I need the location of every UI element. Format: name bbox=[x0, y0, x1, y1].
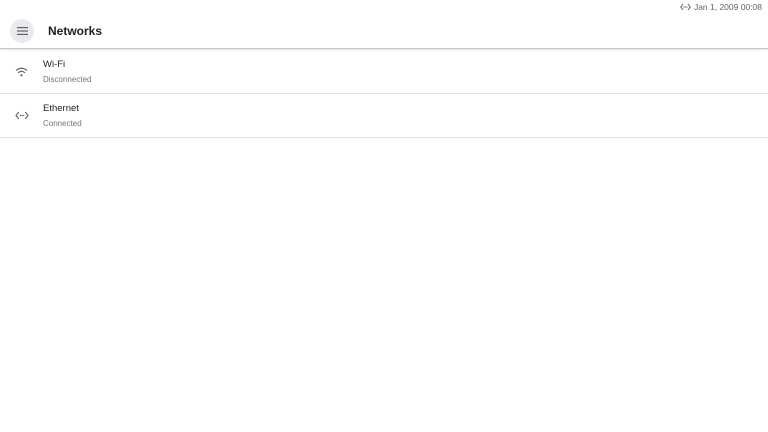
ethernet-icon bbox=[680, 3, 691, 11]
app-bar: Networks bbox=[0, 14, 768, 49]
network-name: Ethernet bbox=[43, 102, 79, 114]
wifi-icon bbox=[0, 67, 43, 77]
menu-icon bbox=[16, 22, 28, 40]
network-item-text: Ethernet Connected bbox=[43, 102, 82, 130]
network-status: Connected bbox=[43, 118, 82, 128]
menu-button[interactable] bbox=[10, 19, 34, 43]
networks-screen: Jan 1, 2009 00:08 Networks Wi-Fi Disconn… bbox=[0, 0, 768, 432]
network-item-ethernet[interactable]: Ethernet Connected bbox=[0, 94, 768, 138]
status-datetime: Jan 1, 2009 00:08 bbox=[693, 2, 762, 12]
network-status: Disconnected bbox=[43, 74, 92, 84]
network-item-wifi[interactable]: Wi-Fi Disconnected bbox=[0, 50, 768, 94]
ethernet-icon bbox=[0, 111, 43, 120]
page-title: Networks bbox=[48, 24, 103, 38]
network-name: Wi-Fi bbox=[43, 58, 66, 70]
network-list: Wi-Fi Disconnected Ethernet Connected bbox=[0, 50, 768, 138]
network-item-text: Wi-Fi Disconnected bbox=[43, 58, 91, 86]
status-bar: Jan 1, 2009 00:08 bbox=[0, 0, 768, 14]
